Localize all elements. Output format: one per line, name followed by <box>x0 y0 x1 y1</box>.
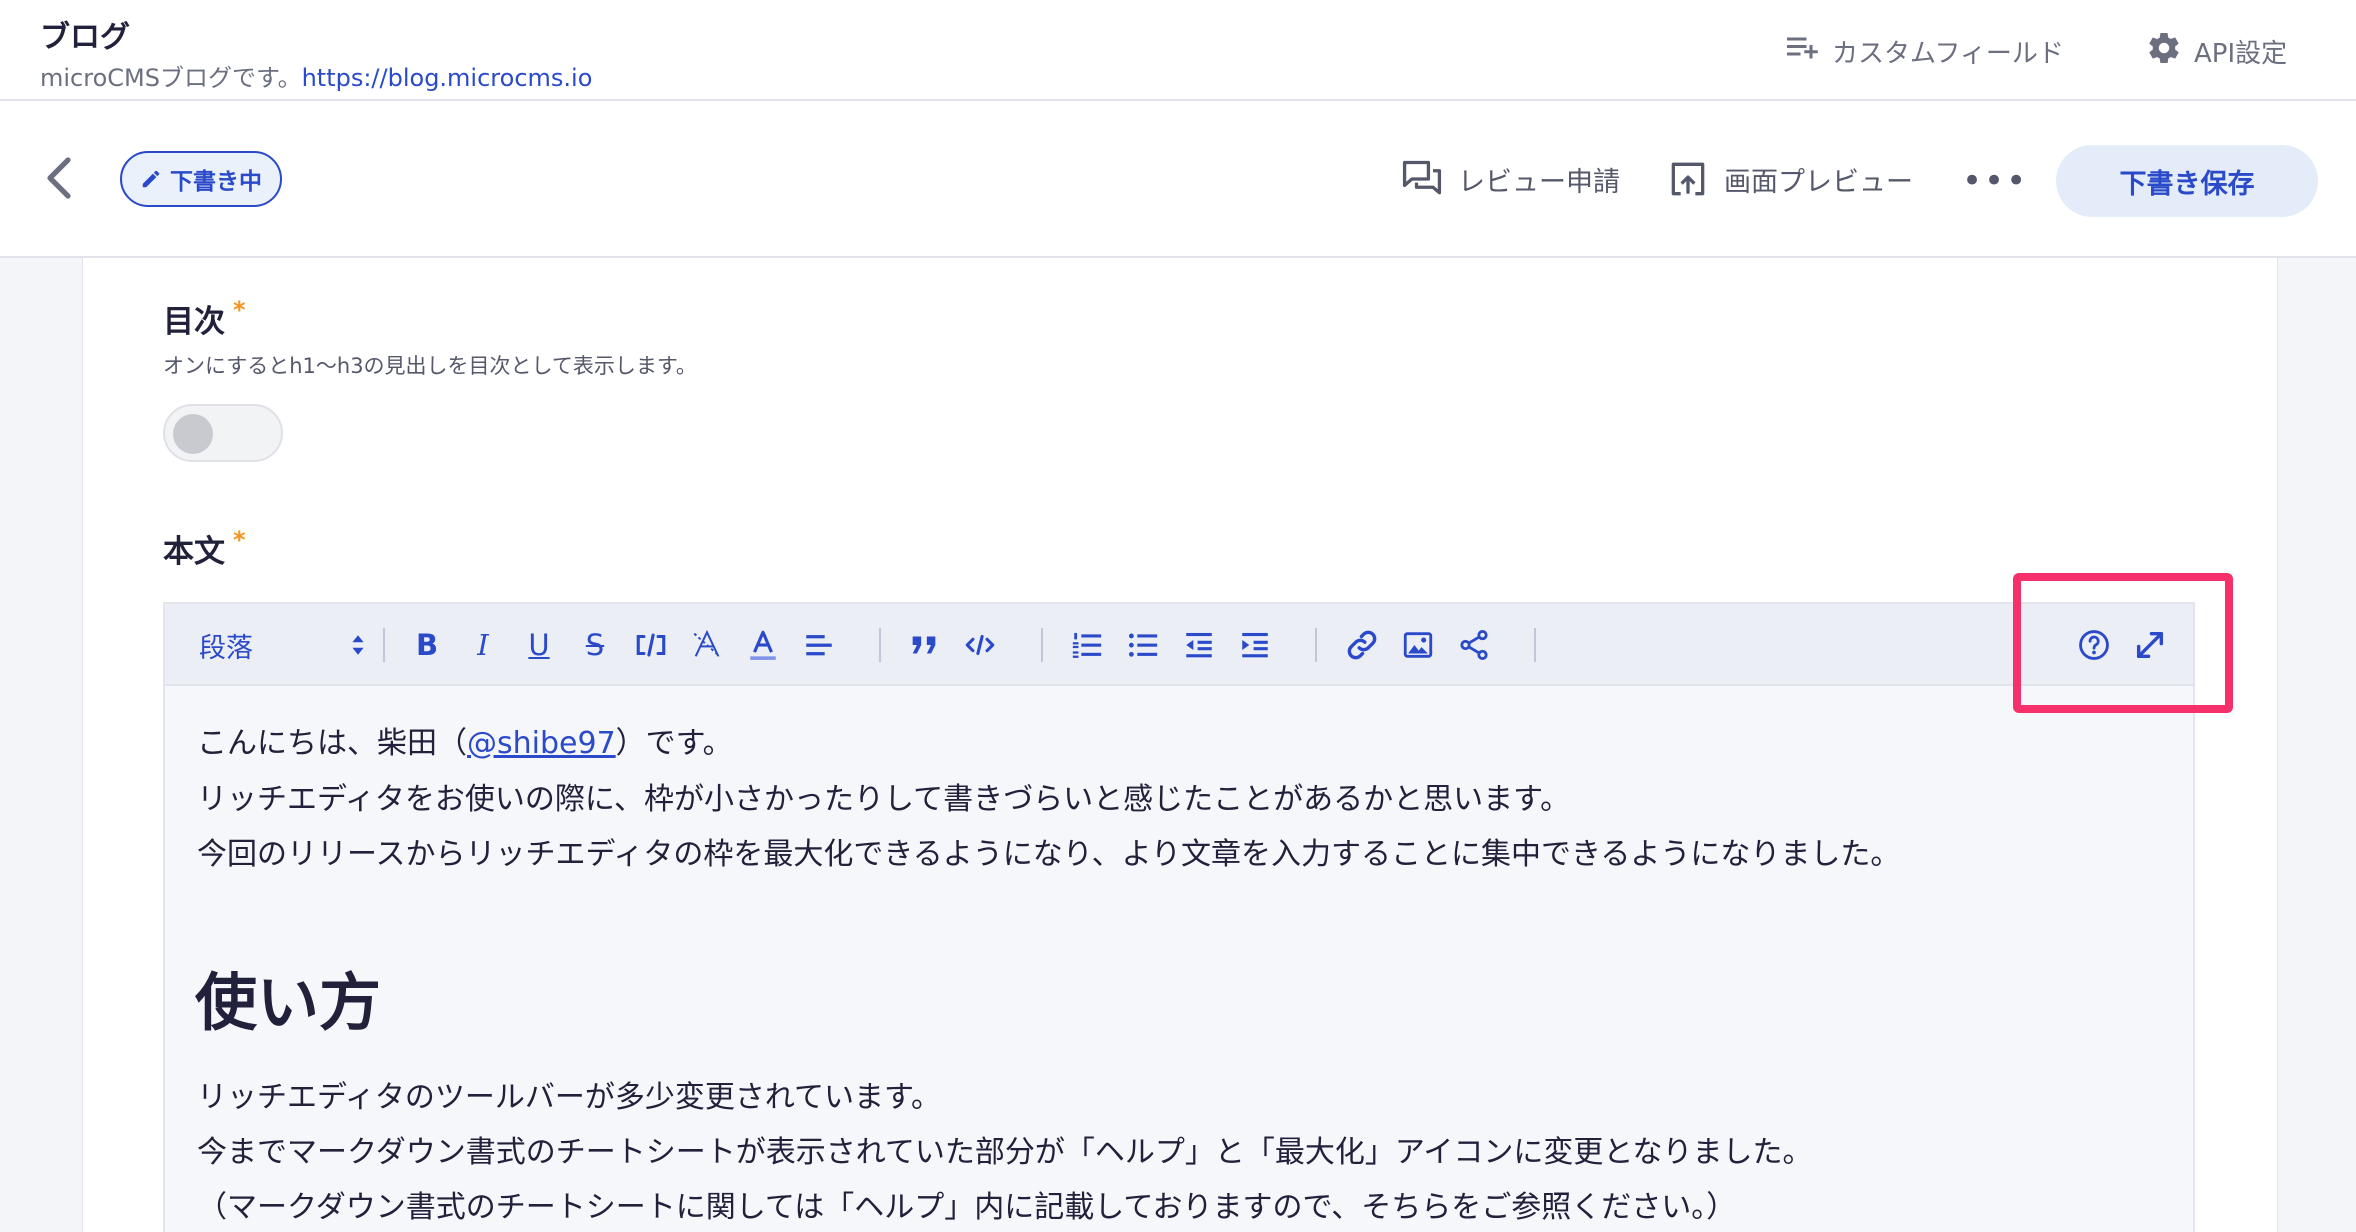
status-badge: 下書き中 <box>120 151 282 207</box>
maximize-button[interactable] <box>2129 624 2171 666</box>
toc-field-label: 目次 * <box>163 296 246 341</box>
editor-text: こんにちは、柴田（ <box>197 726 467 761</box>
content-edit-bar: 下書き中 レビュー申請 画面プレビュー ••• 下書き保存 <box>0 101 2356 258</box>
review-request-label: レビュー申請 <box>1458 166 1620 198</box>
ordered-list-button[interactable] <box>1066 624 1108 666</box>
toolbar-divider <box>1534 628 1536 662</box>
editor-content-area[interactable]: こんにちは、柴田（@shibe97）です。 リッチエディタをお使いの際に、枠が小… <box>165 686 2193 1232</box>
status-label: 下書き中 <box>170 169 262 195</box>
bold-icon: B <box>415 627 439 662</box>
body-field-label: 本文 * <box>163 526 246 571</box>
bullet-list-button[interactable] <box>1122 624 1164 666</box>
outdent-icon <box>1186 632 1212 658</box>
toolbar-divider <box>1041 628 1043 662</box>
toc-label-text: 目次 <box>163 304 225 340</box>
code-block-icon <box>965 634 995 656</box>
api-header: ブログ microCMSブログです。https://blog.microcms.… <box>0 0 2356 101</box>
toolbar-divider <box>879 628 881 662</box>
clear-format-icon <box>693 629 721 658</box>
embed-share-icon <box>1460 629 1488 661</box>
screen-preview-button[interactable]: 画面プレビュー <box>1666 157 1913 201</box>
help-icon <box>2079 630 2109 660</box>
bold-button[interactable]: B <box>406 624 448 666</box>
rich-text-editor: 段落 B I U S こんにちは、柴田（@shibe97）です。 リッチエディタ… <box>163 602 2195 1232</box>
editor-paragraph: リッチエディタのツールバーが多少変更されています。 <box>197 1080 941 1115</box>
api-url-link[interactable]: https://blog.microcms.io <box>302 64 593 92</box>
editor-paragraph: 今回のリリースからリッチエディタの枠を最大化できるようになり、より文章を入力する… <box>197 837 1901 872</box>
quote-button[interactable] <box>903 624 945 666</box>
api-description: microCMSブログです。https://blog.microcms.io <box>40 58 592 93</box>
editor-text: ）です。 <box>615 726 733 761</box>
api-title: ブログ <box>40 20 130 55</box>
help-button[interactable] <box>2073 624 2115 666</box>
more-options-icon[interactable]: ••• <box>1962 161 2028 201</box>
screen-preview-label: 画面プレビュー <box>1724 166 1913 198</box>
bullet-list-icon <box>1128 633 1158 657</box>
align-button[interactable] <box>798 624 840 666</box>
required-mark: * <box>233 526 246 554</box>
toc-toggle[interactable] <box>163 404 283 462</box>
editor-paragraph: 今までマークダウン書式のチートシートが表示されていた部分が「ヘルプ」と「最大化」… <box>197 1135 1813 1170</box>
toolbar-divider <box>383 628 385 662</box>
image-button[interactable] <box>1397 624 1439 666</box>
italic-button[interactable]: I <box>462 624 504 666</box>
chat-bubbles-icon <box>1402 160 1442 195</box>
inline-code-icon <box>636 633 666 657</box>
code-block-button[interactable] <box>959 624 1001 666</box>
editor-paragraph: こんにちは、柴田（@shibe97）です。 <box>197 718 733 762</box>
api-description-text: microCMSブログです。 <box>40 64 302 92</box>
back-button[interactable] <box>40 156 80 200</box>
link-icon <box>1347 630 1377 660</box>
gear-icon <box>2146 30 2182 73</box>
save-draft-button[interactable]: 下書き保存 <box>2056 145 2318 217</box>
editor-toolbar: 段落 B I U S <box>165 604 2193 686</box>
inline-code-button[interactable] <box>630 624 672 666</box>
image-icon <box>1403 632 1433 658</box>
paragraph-style-value: 段落 <box>199 632 253 664</box>
maximize-icon <box>2136 631 2164 659</box>
underline-button[interactable]: U <box>518 624 560 666</box>
embed-button[interactable] <box>1453 624 1495 666</box>
body-label-text: 本文 <box>163 534 225 570</box>
paragraph-style-select[interactable]: 段落 <box>199 626 367 664</box>
text-color-button[interactable] <box>742 624 784 666</box>
align-icon <box>806 635 832 656</box>
italic-icon: I <box>477 627 489 662</box>
strikethrough-icon: S <box>585 627 605 662</box>
indent-button[interactable] <box>1234 624 1276 666</box>
editor-heading: 使い方 <box>195 966 382 1039</box>
required-mark: * <box>233 296 246 324</box>
ordered-list-icon <box>1072 632 1102 658</box>
clear-format-button[interactable] <box>686 624 728 666</box>
toggle-knob <box>173 414 213 454</box>
custom-fields-link[interactable]: カスタムフィールド <box>1784 30 2064 73</box>
author-mention-link[interactable]: @shibe97 <box>467 726 616 761</box>
quote-icon <box>912 636 936 654</box>
link-button[interactable] <box>1341 624 1383 666</box>
api-settings-label: API設定 <box>2194 39 2288 69</box>
toolbar-divider <box>1315 628 1317 662</box>
text-color-icon <box>750 630 776 660</box>
editor-paragraph: （マークダウン書式のチートシートに関しては「ヘルプ」内に記載しておりますので、そ… <box>197 1190 1737 1225</box>
preview-open-icon <box>1671 162 1705 196</box>
chevron-left-icon <box>47 157 71 199</box>
underline-icon: U <box>528 627 550 662</box>
strikethrough-button[interactable]: S <box>574 624 616 666</box>
custom-fields-icon <box>1784 30 1820 73</box>
api-settings-link[interactable]: API設定 <box>2146 30 2287 73</box>
editor-paragraph: リッチエディタをお使いの際に、枠が小さかったりして書きづらいと感じたことがあるか… <box>197 782 1571 817</box>
indent-icon <box>1242 632 1268 658</box>
custom-fields-label: カスタムフィールド <box>1832 39 2064 69</box>
toc-field-description: オンにするとh1〜h3の見出しを目次として表示します。 <box>163 354 697 378</box>
content-form: 目次 * オンにするとh1〜h3の見出しを目次として表示します。 本文 * 段落 B… <box>82 258 2278 1232</box>
pencil-icon <box>142 170 160 188</box>
chevron-up-down-icon <box>352 635 364 655</box>
review-request-button[interactable]: レビュー申請 <box>1400 157 1620 201</box>
outdent-button[interactable] <box>1178 624 1220 666</box>
